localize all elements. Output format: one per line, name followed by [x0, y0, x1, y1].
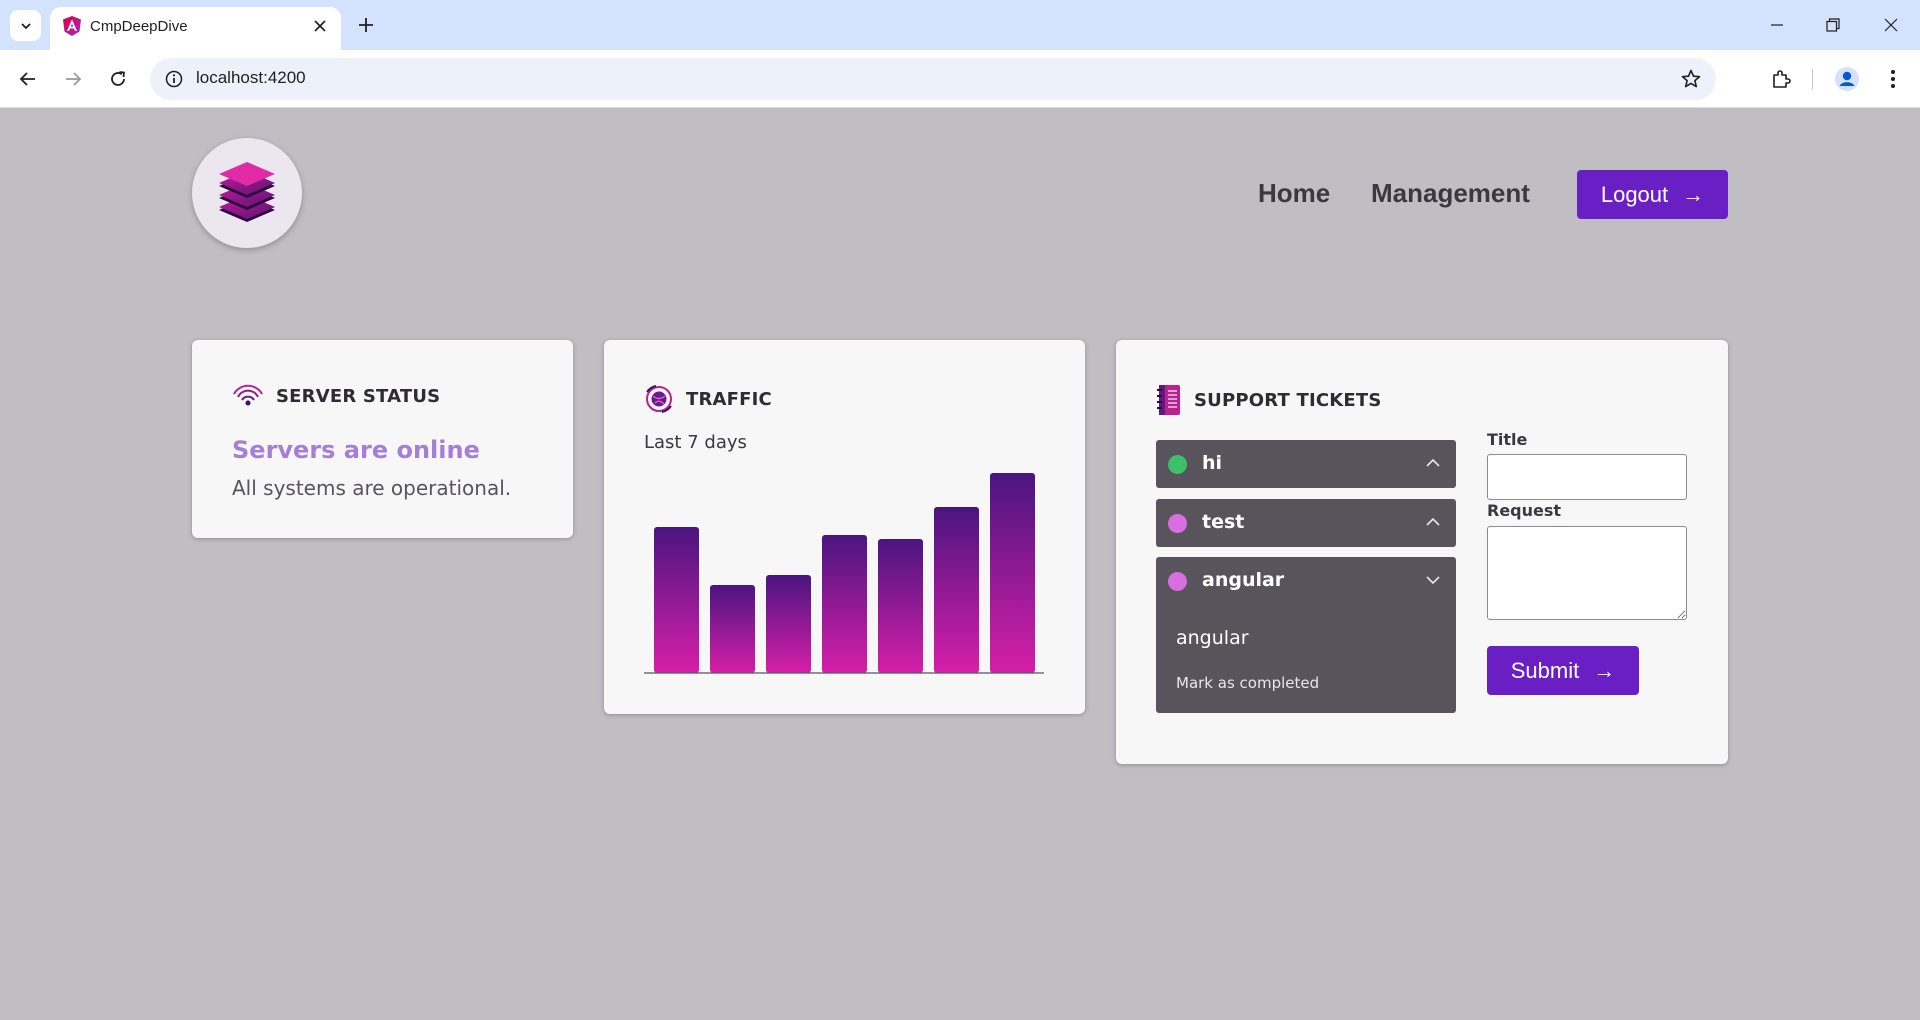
- status-dot: [1168, 455, 1187, 474]
- traffic-subtitle: Last 7 days: [644, 432, 747, 453]
- kebab-menu-icon[interactable]: [1879, 65, 1907, 93]
- tab-search-icon[interactable]: [10, 10, 41, 41]
- ticket-item[interactable]: test: [1156, 499, 1456, 547]
- status-heading: Servers are online: [232, 436, 480, 464]
- ticket-header[interactable]: angular: [1156, 557, 1456, 605]
- server-status-header: SERVER STATUS: [232, 384, 440, 408]
- traffic-card: TRAFFIC Last 7 days: [604, 340, 1085, 714]
- chevron-up-icon[interactable]: [1424, 454, 1442, 472]
- info-icon[interactable]: [164, 69, 184, 89]
- submit-label: Submit: [1510, 657, 1580, 683]
- profile-icon[interactable]: [1833, 65, 1861, 93]
- ticket-title: test: [1202, 511, 1245, 533]
- traffic-bar: [766, 575, 811, 673]
- ticket-item-expanded[interactable]: angular angular Mark as completed: [1156, 557, 1456, 713]
- logout-label: Logout: [1600, 181, 1669, 207]
- traffic-bar: [822, 535, 867, 673]
- traffic-bar: [654, 527, 699, 673]
- signal-waves-icon: [233, 384, 263, 406]
- submit-button[interactable]: Submit →: [1487, 646, 1639, 695]
- traffic-header: TRAFFIC: [644, 384, 772, 414]
- restore-icon[interactable]: [1818, 12, 1848, 38]
- server-status-title: SERVER STATUS: [276, 385, 441, 407]
- title-input[interactable]: [1487, 454, 1687, 500]
- server-status-card: SERVER STATUS Servers are online All sys…: [192, 340, 573, 538]
- traffic-title: TRAFFIC: [686, 388, 772, 410]
- close-window-icon[interactable]: [1876, 12, 1906, 38]
- browser-toolbar: localhost:4200: [0, 50, 1920, 108]
- browser-tab-bar: CmpDeepDive: [0, 0, 1920, 50]
- request-label: Request: [1487, 501, 1562, 520]
- browser-tab[interactable]: CmpDeepDive: [50, 7, 341, 50]
- support-tickets-header: SUPPORT TICKETS: [1156, 384, 1382, 416]
- support-tickets-title: SUPPORT TICKETS: [1194, 389, 1382, 411]
- star-icon[interactable]: [1680, 68, 1702, 90]
- angular-favicon-icon: [62, 15, 82, 37]
- plus-icon[interactable]: [353, 12, 379, 38]
- arrow-right-icon: →: [1593, 657, 1616, 683]
- tab-title: CmpDeepDive: [90, 18, 188, 35]
- back-icon[interactable]: [14, 65, 42, 93]
- traffic-bar: [710, 585, 755, 673]
- ticket-header[interactable]: hi: [1156, 440, 1456, 488]
- forward-icon[interactable]: [59, 65, 87, 93]
- status-dot: [1168, 514, 1187, 533]
- address-bar[interactable]: localhost:4200: [150, 58, 1716, 100]
- status-dot: [1168, 572, 1187, 591]
- url-text: localhost:4200: [196, 68, 306, 87]
- traffic-bar: [878, 539, 923, 673]
- arrow-right-icon: →: [1682, 181, 1705, 207]
- globe-icon: [646, 385, 672, 413]
- ticket-title: hi: [1202, 452, 1223, 474]
- mark-completed-button[interactable]: Mark as completed: [1176, 674, 1319, 692]
- chevron-up-icon[interactable]: [1424, 513, 1442, 531]
- traffic-bar: [990, 473, 1035, 673]
- minimize-icon[interactable]: [1762, 12, 1792, 38]
- close-icon[interactable]: [311, 17, 329, 35]
- ticket-item[interactable]: hi: [1156, 440, 1456, 488]
- stacked-layers-logo: [219, 162, 275, 222]
- title-label: Title: [1487, 430, 1528, 449]
- support-tickets-card: SUPPORT TICKETS hi test angular angular …: [1116, 340, 1728, 764]
- reload-icon[interactable]: [104, 65, 132, 93]
- ticket-header[interactable]: test: [1156, 499, 1456, 547]
- app-logo[interactable]: [192, 138, 302, 248]
- ticket-title: angular: [1202, 569, 1285, 591]
- request-textarea[interactable]: [1487, 526, 1687, 620]
- nav-management-link[interactable]: Management: [1371, 178, 1530, 209]
- traffic-bar: [934, 507, 979, 673]
- extensions-icon[interactable]: [1767, 65, 1795, 93]
- chevron-down-icon[interactable]: [1424, 571, 1442, 589]
- toolbar-divider: [1812, 69, 1813, 89]
- nav-home-link[interactable]: Home: [1258, 178, 1330, 209]
- notebook-icon: [1157, 385, 1180, 415]
- ticket-request-text: angular: [1176, 627, 1249, 649]
- logout-button[interactable]: Logout →: [1577, 170, 1728, 219]
- status-text: All systems are operational.: [232, 476, 512, 500]
- traffic-bar-chart: [644, 473, 1044, 674]
